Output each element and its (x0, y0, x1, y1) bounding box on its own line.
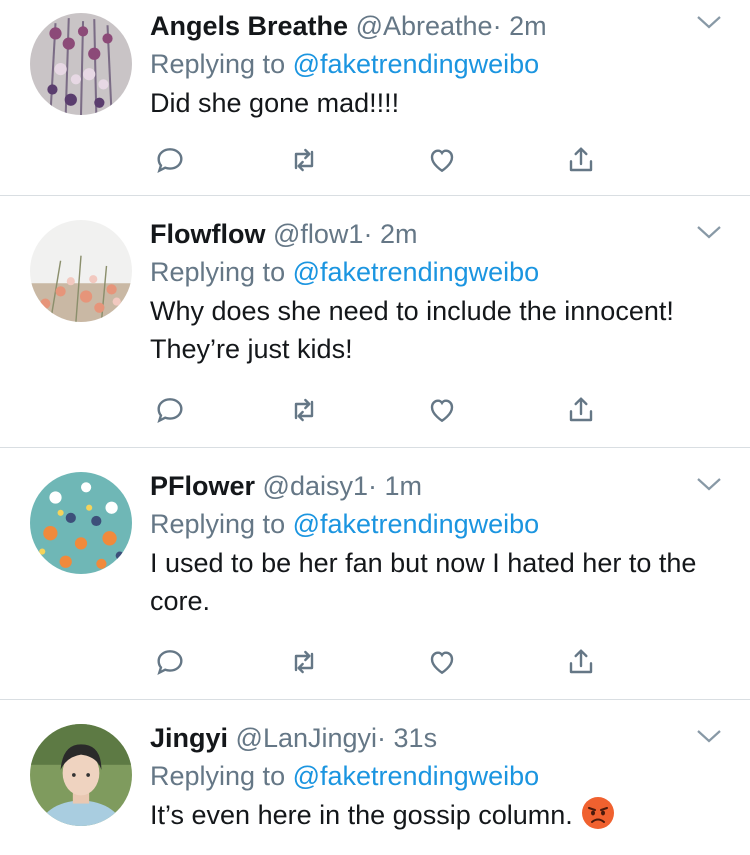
tweet-item[interactable]: Flowflow @flow1· 2m Replying to @faketre… (0, 196, 750, 448)
author-handle[interactable]: @LanJingyi (236, 723, 378, 753)
timestamp[interactable]: · 31s (377, 723, 437, 753)
avatar[interactable] (30, 220, 132, 322)
author-name[interactable]: Flowflow (150, 219, 265, 249)
author-handle[interactable]: @daisy1 (263, 471, 368, 501)
share-button[interactable] (561, 390, 601, 430)
like-icon (430, 399, 454, 423)
tweet-actions (150, 390, 750, 430)
like-button[interactable] (422, 140, 462, 180)
share-icon (569, 649, 593, 674)
reply-icon (157, 650, 183, 675)
timestamp[interactable]: · 2m (493, 11, 547, 41)
retweet-button[interactable] (284, 642, 324, 682)
replying-label: Replying to (150, 509, 286, 539)
share-icon (569, 147, 593, 172)
reply-icon (157, 398, 183, 423)
retweet-button[interactable] (284, 140, 324, 180)
reply-mention-link[interactable]: @faketrendingweibo (293, 509, 540, 539)
replying-label: Replying to (150, 49, 286, 79)
author-name[interactable]: Jingyi (150, 723, 228, 753)
retweet-button[interactable] (284, 390, 324, 430)
avatar[interactable] (30, 724, 132, 826)
avatar-image-flowers (30, 13, 132, 115)
tweet-text: I used to be her fan but now I hated her… (150, 548, 697, 616)
reply-button[interactable] (150, 390, 190, 430)
like-icon (430, 149, 454, 173)
reply-mention-link[interactable]: @faketrendingweibo (293, 257, 540, 287)
avatar[interactable] (30, 13, 132, 115)
avatar[interactable] (30, 472, 132, 574)
share-button[interactable] (561, 140, 601, 180)
reply-feed: Angels Breathe @Abreathe· 2m Replying to… (0, 0, 750, 855)
tweet-item[interactable]: PFlower @daisy1· 1m Replying to @faketre… (0, 448, 750, 700)
like-icon (430, 651, 454, 675)
chevron-down-icon[interactable] (696, 14, 722, 30)
reply-button[interactable] (150, 642, 190, 682)
tweet-actions (150, 140, 750, 180)
tweet-text: Why does she need to include the innocen… (150, 296, 674, 364)
avatar-image-portrait (30, 724, 132, 826)
reply-icon (157, 148, 183, 173)
replying-label: Replying to (150, 761, 286, 791)
author-handle[interactable]: @flow1 (273, 219, 363, 249)
retweet-icon (294, 148, 314, 172)
like-button[interactable] (422, 390, 462, 430)
like-button[interactable] (422, 642, 462, 682)
timestamp[interactable]: · 1m (368, 471, 422, 501)
avatar-image-cosmos (30, 220, 132, 322)
reply-button[interactable] (150, 140, 190, 180)
chevron-down-icon[interactable] (696, 728, 722, 744)
share-button[interactable] (561, 642, 601, 682)
avatar-image-wildflowers (30, 472, 132, 574)
author-handle[interactable]: @Abreathe (356, 11, 493, 41)
author-name[interactable]: PFlower (150, 471, 255, 501)
chevron-down-icon[interactable] (696, 476, 722, 492)
tweet-actions (150, 642, 750, 682)
share-icon (569, 397, 593, 422)
reply-mention-link[interactable]: @faketrendingweibo (293, 761, 540, 791)
replying-label: Replying to (150, 257, 286, 287)
chevron-down-icon[interactable] (696, 224, 722, 240)
tweet-item[interactable]: Angels Breathe @Abreathe· 2m Replying to… (0, 0, 750, 196)
angry-face-emoji (581, 797, 614, 829)
tweet-text-container: It’s even here in the gossip column. (150, 796, 720, 834)
tweet-text: It’s even here in the gossip column. (150, 800, 573, 830)
author-name[interactable]: Angels Breathe (150, 11, 348, 41)
retweet-icon (294, 398, 314, 422)
tweet-item[interactable]: Jingyi @LanJingyi· 31s Replying to @fake… (0, 700, 750, 855)
retweet-icon (294, 650, 314, 674)
tweet-text: Did she gone mad!!!! (150, 88, 400, 118)
timestamp[interactable]: · 2m (363, 219, 417, 249)
reply-mention-link[interactable]: @faketrendingweibo (293, 49, 540, 79)
